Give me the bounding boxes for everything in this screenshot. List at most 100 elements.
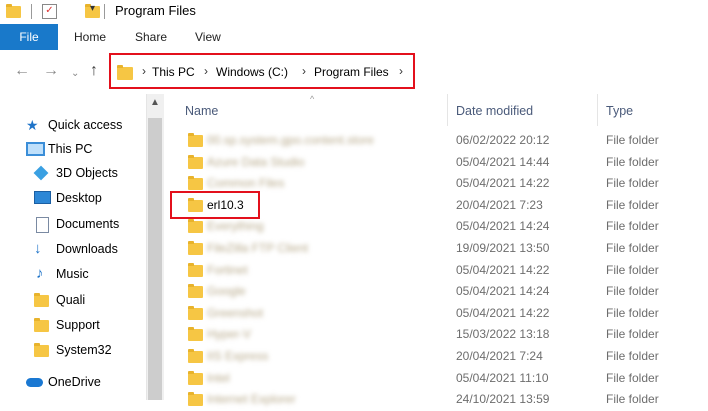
file-name: Common Files — [207, 176, 285, 190]
sidebar-item-label: System32 — [56, 343, 112, 357]
date-modified: 06/02/2022 20:12 — [456, 133, 550, 147]
tab-home[interactable]: Home — [74, 24, 106, 50]
date-modified: 05/04/2021 14:24 — [456, 284, 550, 298]
file-row[interactable]: Google 05/04/2021 14:24 File folder — [170, 281, 708, 303]
back-arrow-icon[interactable]: ← — [14, 62, 30, 80]
folder-icon — [188, 263, 203, 277]
file-name: Fortinet — [207, 263, 248, 277]
date-modified: 20/04/2021 7:24 — [456, 349, 543, 363]
customize-dropdown-icon[interactable]: ▾ — [90, 3, 95, 19]
window-title: Program Files — [115, 3, 196, 18]
folder-icon — [188, 176, 203, 190]
date-modified: 15/03/2022 13:18 — [456, 327, 550, 341]
folder-icon — [188, 349, 203, 363]
tab-view[interactable]: View — [195, 24, 221, 50]
column-divider[interactable] — [447, 94, 448, 126]
file-row[interactable]: Everything 05/04/2021 14:24 File folder — [170, 216, 708, 238]
file-row[interactable]: Hyper-V 15/03/2022 13:18 File folder — [170, 324, 708, 346]
file-type: File folder — [606, 155, 659, 169]
sidebar-item-label: 3D Objects — [56, 166, 118, 180]
file-name: Azure Data Studio — [207, 155, 305, 169]
date-modified: 05/04/2021 14:22 — [456, 306, 550, 320]
navigation-pane: ★ Quick access This PC 3D Objects Deskto… — [0, 94, 146, 400]
scroll-up-arrow-icon[interactable]: ▲ — [150, 97, 160, 108]
file-row[interactable]: FileZilla FTP Client 19/09/2021 13:50 File… — [170, 238, 708, 260]
date-modified: 19/09/2021 13:50 — [456, 241, 550, 255]
chevron-right-icon[interactable]: › — [142, 64, 146, 78]
file-row[interactable]: 00.sp.system.gpo.content.store 06/02/2022… — [170, 130, 708, 152]
forward-arrow-icon[interactable]: → — [43, 62, 59, 80]
folder-icon — [188, 241, 203, 255]
file-row[interactable]: Azure Data Studio 05/04/2021 14:44 File fo… — [170, 152, 708, 174]
folder-icon — [188, 219, 203, 233]
folder-icon — [34, 293, 49, 307]
sidebar-item-label: Music — [56, 267, 89, 281]
sidebar-item-label: Quali — [56, 293, 86, 307]
download-arrow-icon: ↓ — [34, 240, 42, 257]
sidebar-item-label: Downloads — [56, 242, 118, 256]
file-name: IIS Express — [207, 349, 269, 363]
date-modified: 05/04/2021 11:10 — [456, 371, 549, 385]
highlight-box — [170, 191, 260, 219]
sidebar-item-label: Desktop — [56, 191, 102, 205]
desktop-icon — [34, 191, 51, 204]
chevron-right-icon[interactable]: › — [399, 64, 403, 78]
music-note-icon: ♪ — [36, 265, 44, 282]
date-modified: 20/04/2021 7:23 — [456, 198, 543, 212]
folder-icon — [188, 392, 203, 406]
sidebar-item-label: Quick access — [48, 118, 123, 132]
sort-ascending-icon: ^ — [310, 94, 315, 104]
date-modified: 05/04/2021 14:22 — [456, 263, 550, 277]
file-row[interactable]: Greenshot 05/04/2021 14:22 File folder — [170, 303, 708, 325]
breadcrumb-program-files[interactable]: Program Files — [314, 65, 389, 79]
divider — [104, 4, 105, 19]
date-modified: 05/04/2021 14:24 — [456, 219, 550, 233]
column-header-name[interactable]: Name — [185, 104, 218, 118]
folder-icon — [188, 327, 203, 341]
file-row[interactable]: Internet Explorer 24/10/2021 13:59 File fo… — [170, 389, 708, 411]
file-type: File folder — [606, 198, 659, 212]
scrollbar-thumb[interactable] — [148, 118, 162, 400]
file-type: File folder — [606, 241, 659, 255]
column-header-type[interactable]: Type — [606, 104, 633, 118]
documents-icon — [36, 217, 49, 233]
file-name: FileZilla FTP Client — [207, 241, 309, 255]
tab-share[interactable]: Share — [135, 24, 167, 50]
date-modified: 05/04/2021 14:22 — [456, 176, 550, 190]
folder-icon — [117, 65, 133, 80]
file-type: File folder — [606, 133, 659, 147]
tab-file[interactable]: File — [0, 24, 58, 50]
folder-icon — [188, 371, 203, 385]
sidebar-item-label: This PC — [48, 142, 93, 156]
breadcrumb-windows-c[interactable]: Windows (C:) — [216, 65, 288, 79]
folder-icon — [188, 306, 203, 320]
file-row[interactable]: Intel 05/04/2021 11:10 File folder — [170, 368, 708, 390]
file-name: Google — [207, 284, 246, 298]
file-name: Hyper-V — [207, 327, 252, 341]
file-row[interactable]: Fortinet 05/04/2021 14:22 File folder — [170, 260, 708, 282]
folder-icon — [34, 343, 49, 357]
file-type: File folder — [606, 327, 659, 341]
address-bar[interactable]: › This PC › Windows (C:) › Program Files… — [109, 53, 415, 89]
folder-icon — [34, 318, 49, 332]
sidebar-item-label: OneDrive — [48, 375, 101, 389]
breadcrumb-this-pc[interactable]: This PC — [152, 65, 195, 79]
file-type: File folder — [606, 263, 659, 277]
folder-icon[interactable] — [6, 4, 21, 18]
folder-icon — [188, 133, 203, 147]
recent-locations-chevron-icon[interactable]: ⌄ — [71, 65, 79, 83]
chevron-right-icon[interactable]: › — [204, 64, 208, 78]
column-header-date[interactable]: Date modified — [456, 104, 533, 118]
chevron-right-icon[interactable]: › — [302, 64, 306, 78]
column-divider[interactable] — [597, 94, 598, 126]
properties-check-icon[interactable]: ✓ — [42, 4, 57, 19]
title-bar: ✓ ▾ Program Files — [0, 0, 708, 24]
folder-icon — [188, 155, 203, 169]
file-row[interactable]: IIS Express 20/04/2021 7:24 File folder — [170, 346, 708, 368]
folder-icon — [188, 284, 203, 298]
file-type: File folder — [606, 349, 659, 363]
divider — [31, 4, 32, 19]
up-arrow-icon[interactable]: ↑ — [90, 62, 98, 80]
file-type: File folder — [606, 176, 659, 190]
ribbon — [0, 24, 708, 51]
